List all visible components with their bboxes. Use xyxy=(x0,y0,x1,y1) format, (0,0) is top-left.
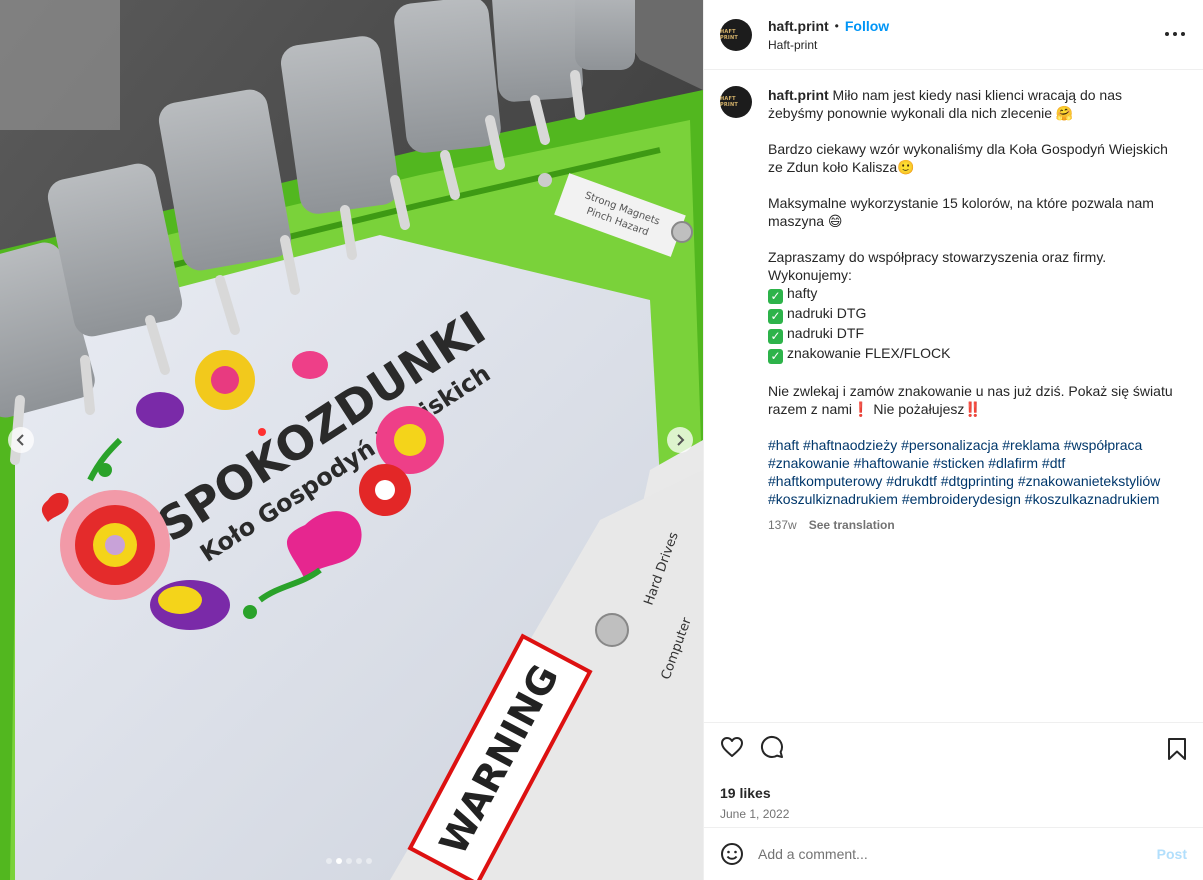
post-age[interactable]: 137w xyxy=(768,516,797,534)
avatar[interactable]: HAFT PRINT xyxy=(720,18,752,51)
caption-line-3: Maksymalne wykorzystanie 15 kolorów, na … xyxy=(768,195,1154,229)
caption-line-5: Nie zwlekaj i zamów znakowanie u nas już… xyxy=(768,383,1173,417)
service-item: ✓ znakowanie FLEX/FLOCK xyxy=(768,344,1178,364)
caption-line-4a: Zapraszamy do współpracy stowarzyszenia … xyxy=(768,249,1107,265)
follow-button[interactable]: Follow xyxy=(845,18,889,34)
embroidery-photo: WARNING Strong Magnets Pinch Hazard Hard… xyxy=(0,0,703,880)
slide-dot[interactable] xyxy=(366,858,372,864)
chevron-left-icon xyxy=(16,434,24,446)
save-button[interactable] xyxy=(1165,737,1189,761)
check-mark-icon: ✓ xyxy=(768,289,783,304)
like-button[interactable] xyxy=(720,735,744,759)
caption-line-4b: Wykonujemy: xyxy=(768,267,852,283)
comment-input[interactable] xyxy=(758,846,1157,862)
add-comment-bar: Post xyxy=(704,827,1203,880)
slide-dot[interactable] xyxy=(356,858,362,864)
next-slide-button[interactable] xyxy=(667,427,693,453)
check-mark-icon: ✓ xyxy=(768,349,783,364)
service-label: znakowanie FLEX/FLOCK xyxy=(787,345,951,361)
post-caption: haft.print Miło nam jest kiedy nasi klie… xyxy=(768,86,1178,534)
caption-line-2: Bardzo ciekawy wzór wykonaliśmy dla Koła… xyxy=(768,141,1168,175)
check-mark-icon: ✓ xyxy=(768,309,783,324)
service-label: hafty xyxy=(787,285,818,301)
caption-hashtags[interactable]: #haft #haftnaodzieży #personalizacja #re… xyxy=(768,436,1178,508)
comment-button[interactable] xyxy=(760,735,784,759)
see-translation-button[interactable]: See translation xyxy=(809,516,895,534)
heart-icon xyxy=(721,737,743,757)
caption-username[interactable]: haft.print xyxy=(768,87,829,103)
slide-dot[interactable] xyxy=(326,858,332,864)
bookmark-icon xyxy=(1168,738,1186,760)
more-options-button[interactable] xyxy=(1165,24,1185,44)
actions-section: 19 likes June 1, 2022 xyxy=(704,722,1203,827)
post-comment-button[interactable]: Post xyxy=(1157,846,1187,862)
caption-avatar[interactable]: HAFT PRINT xyxy=(720,86,752,118)
header-username[interactable]: haft.print xyxy=(768,18,829,34)
separator-dot: • xyxy=(834,18,839,33)
more-horizontal-icon xyxy=(1165,32,1185,36)
service-item: ✓ nadruki DTG xyxy=(768,304,1178,324)
emoji-button[interactable] xyxy=(720,842,744,866)
services-list: ✓ hafty ✓ nadruki DTG ✓ nadruki DTF ✓ znakowani… xyxy=(768,284,1178,364)
previous-slide-button[interactable] xyxy=(8,427,34,453)
comments-area[interactable]: HAFT PRINT haft.print Miło nam jest kied… xyxy=(704,70,1203,722)
service-item: ✓ hafty xyxy=(768,284,1178,304)
post-header: HAFT PRINT haft.print • Follow Haft-prin… xyxy=(704,0,1203,70)
caption-avatar-logo-text: HAFT PRINT xyxy=(720,96,738,108)
post-dialog: WARNING Strong Magnets Pinch Hazard Hard… xyxy=(0,0,1203,880)
post-media[interactable]: WARNING Strong Magnets Pinch Hazard Hard… xyxy=(0,0,703,880)
comment-bubble-icon xyxy=(760,735,783,758)
post-side-panel: HAFT PRINT haft.print • Follow Haft-prin… xyxy=(703,0,1203,880)
check-mark-icon: ✓ xyxy=(768,329,783,344)
service-item: ✓ nadruki DTF xyxy=(768,324,1178,344)
slide-dot[interactable] xyxy=(346,858,352,864)
post-date: June 1, 2022 xyxy=(720,807,790,821)
avatar-logo-text: HAFT PRINT xyxy=(720,28,738,41)
service-label: nadruki DTG xyxy=(787,305,867,321)
slide-indicator xyxy=(326,858,372,864)
header-subname[interactable]: Haft-print xyxy=(768,38,889,52)
service-label: nadruki DTF xyxy=(787,325,865,341)
emoji-smile-icon xyxy=(721,843,743,865)
likes-count[interactable]: 19 likes xyxy=(720,785,1187,801)
slide-dot[interactable] xyxy=(336,858,342,864)
chevron-right-icon xyxy=(677,434,685,446)
